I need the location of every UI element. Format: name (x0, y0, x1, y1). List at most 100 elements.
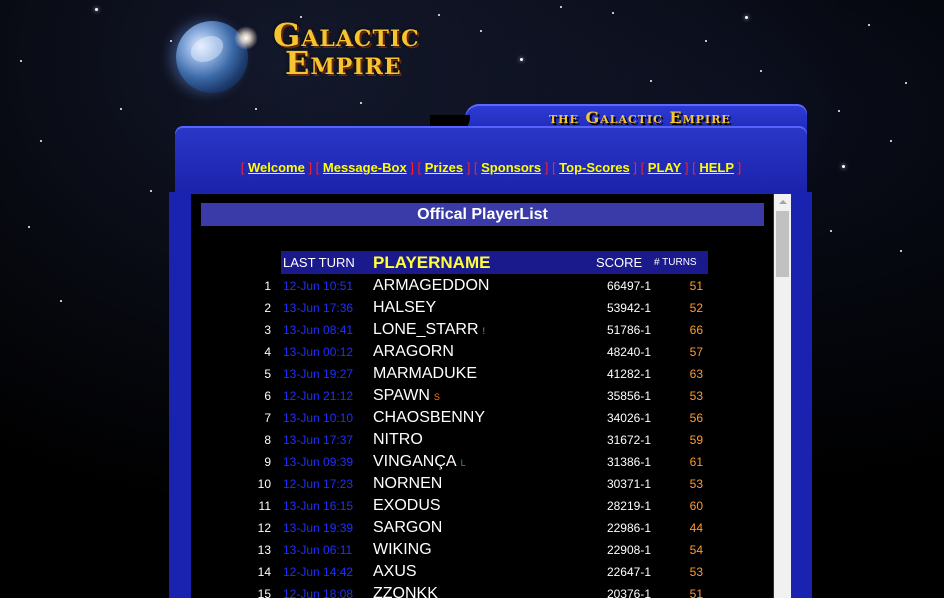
row-rank: 9 (264, 455, 271, 469)
row-rank: 8 (264, 433, 271, 447)
star (745, 16, 748, 19)
player-flag: S (433, 392, 440, 402)
row-turns: 59 (689, 433, 703, 447)
row-rank: 15 (257, 587, 271, 598)
row-turns: 53 (689, 565, 703, 579)
row-last-turn: 12-Jun 17:23 (283, 477, 354, 491)
row-rank: 10 (257, 477, 271, 491)
star (360, 102, 362, 104)
row-rank: 6 (264, 389, 271, 403)
row-score: 41282-1 (606, 367, 651, 381)
row-player-name[interactable]: CHAOSBENNY (373, 407, 485, 429)
row-last-turn: 13-Jun 08:41 (283, 323, 354, 337)
row-player-name[interactable]: SARGON (373, 517, 442, 539)
table-row[interactable]: 8 13-Jun 17:37 NITRO 31672-1 59 (191, 429, 773, 451)
star (890, 140, 892, 142)
row-last-turn: 12-Jun 10:51 (283, 279, 354, 293)
row-player-name[interactable]: VINGANÇA L (373, 451, 466, 474)
nav-sponsors[interactable]: Sponsors (481, 160, 541, 175)
row-player-name[interactable]: NORNEN (373, 473, 442, 495)
lens-flare-icon (234, 26, 258, 50)
player-name-text: CHAOSBENNY (373, 409, 486, 426)
star (900, 250, 902, 252)
row-rank: 11 (258, 499, 271, 513)
row-turns: 57 (689, 345, 703, 359)
star (120, 108, 122, 110)
row-player-name[interactable]: NITRO (373, 429, 423, 451)
player-name-text: ZZONKK (373, 585, 438, 598)
scrollbar[interactable] (774, 194, 791, 598)
row-score: 34026-1 (606, 411, 651, 425)
table-row[interactable]: 12 13-Jun 19:39 SARGON 22986-1 44 (191, 517, 773, 539)
table-row[interactable]: 3 13-Jun 08:41 LONE_STARR! 51786-1 66 (191, 319, 773, 341)
row-score: 30371-1 (606, 477, 651, 491)
row-player-name[interactable]: MARMADUKE (373, 363, 477, 385)
nav-help[interactable]: HELP (699, 160, 734, 175)
table-row[interactable]: 6 12-Jun 21:12 SPAWN S 35856-1 53 (191, 385, 773, 407)
row-last-turn: 12-Jun 18:08 (283, 587, 354, 598)
player-name-text: SARGON (373, 519, 443, 536)
nav-prizes[interactable]: Prizes (425, 160, 463, 175)
row-rank: 12 (257, 521, 271, 535)
table-row[interactable]: 10 12-Jun 17:23 NORNEN 30371-1 53 (191, 473, 773, 495)
row-player-name[interactable]: EXODUS (373, 495, 441, 517)
row-score: 28219-1 (606, 499, 651, 513)
row-player-name[interactable]: AXUS (373, 561, 417, 583)
row-last-turn: 13-Jun 06:11 (283, 543, 353, 557)
row-last-turn: 13-Jun 16:15 (283, 499, 354, 513)
row-turns: 53 (689, 389, 703, 403)
table-row[interactable]: 2 13-Jun 17:36 HALSEY 53942-1 52 (191, 297, 773, 319)
table-row[interactable]: 9 13-Jun 09:39 VINGANÇA L 31386-1 61 (191, 451, 773, 473)
star (650, 80, 652, 82)
star (830, 230, 832, 232)
nav-message-box[interactable]: Message-Box (323, 160, 407, 175)
site-logo[interactable]: Galactic Empire (176, 16, 419, 102)
nav-welcome[interactable]: Welcome (248, 160, 305, 175)
row-player-name[interactable]: WIKING (373, 539, 432, 561)
row-player-name[interactable]: SPAWN S (373, 385, 440, 408)
row-rank: 4 (264, 345, 271, 359)
player-flag: ! (482, 326, 486, 336)
nav-top-scores[interactable]: Top-Scores (559, 160, 630, 175)
row-score: 51786-1 (606, 323, 651, 337)
player-name-text: HALSEY (373, 299, 437, 316)
row-turns: 52 (689, 301, 703, 315)
star (170, 40, 172, 42)
row-last-turn: 13-Jun 17:36 (283, 301, 354, 315)
list-title: Offical PlayerList (201, 203, 764, 226)
row-player-name[interactable]: ARAGORN (373, 341, 454, 363)
table-row[interactable]: 13 13-Jun 06:11 WIKING 22908-1 54 (191, 539, 773, 561)
row-rank: 13 (257, 543, 271, 557)
row-turns: 44 (689, 521, 703, 535)
row-rank: 7 (264, 411, 271, 425)
table-row[interactable]: 7 13-Jun 10:10 CHAOSBENNY 34026-1 56 (191, 407, 773, 429)
table-row[interactable]: 14 12-Jun 14:42 AXUS 22647-1 53 (191, 561, 773, 583)
row-last-turn: 13-Jun 00:12 (283, 345, 354, 359)
player-name-text: WIKING (373, 541, 432, 558)
table-row[interactable]: 5 13-Jun 19:27 MARMADUKE 41282-1 63 (191, 363, 773, 385)
star (760, 70, 762, 72)
row-score: 53942-1 (606, 301, 651, 315)
star (520, 58, 523, 61)
scroll-thumb[interactable] (776, 211, 789, 277)
row-turns: 56 (689, 411, 703, 425)
row-player-name[interactable]: LONE_STARR! (373, 319, 485, 342)
table-row[interactable]: 4 13-Jun 00:12 ARAGORN 48240-1 57 (191, 341, 773, 363)
star (868, 24, 870, 26)
row-last-turn: 13-Jun 09:39 (283, 455, 354, 469)
star (255, 108, 257, 110)
player-name-text: LONE_STARR (373, 321, 479, 338)
table-row[interactable]: 11 13-Jun 16:15 EXODUS 28219-1 60 (191, 495, 773, 517)
row-score: 20376-1 (606, 587, 651, 598)
player-name-text: MARMADUKE (373, 365, 478, 382)
row-player-name[interactable]: HALSEY (373, 297, 436, 319)
row-player-name[interactable]: ZZONKK (373, 583, 438, 598)
row-turns: 51 (689, 279, 703, 293)
table-row[interactable]: 1 12-Jun 10:51 ARMAGEDDON 66497-1 51 (191, 275, 773, 297)
table-row[interactable]: 15 12-Jun 18:08 ZZONKK 20376-1 51 (191, 583, 773, 598)
row-player-name[interactable]: ARMAGEDDON (373, 275, 489, 297)
scroll-up-arrow-icon[interactable] (774, 194, 791, 209)
player-name-text: ARAGORN (373, 343, 454, 360)
player-name-text: AXUS (373, 563, 417, 580)
nav-play[interactable]: PLAY (648, 160, 681, 175)
